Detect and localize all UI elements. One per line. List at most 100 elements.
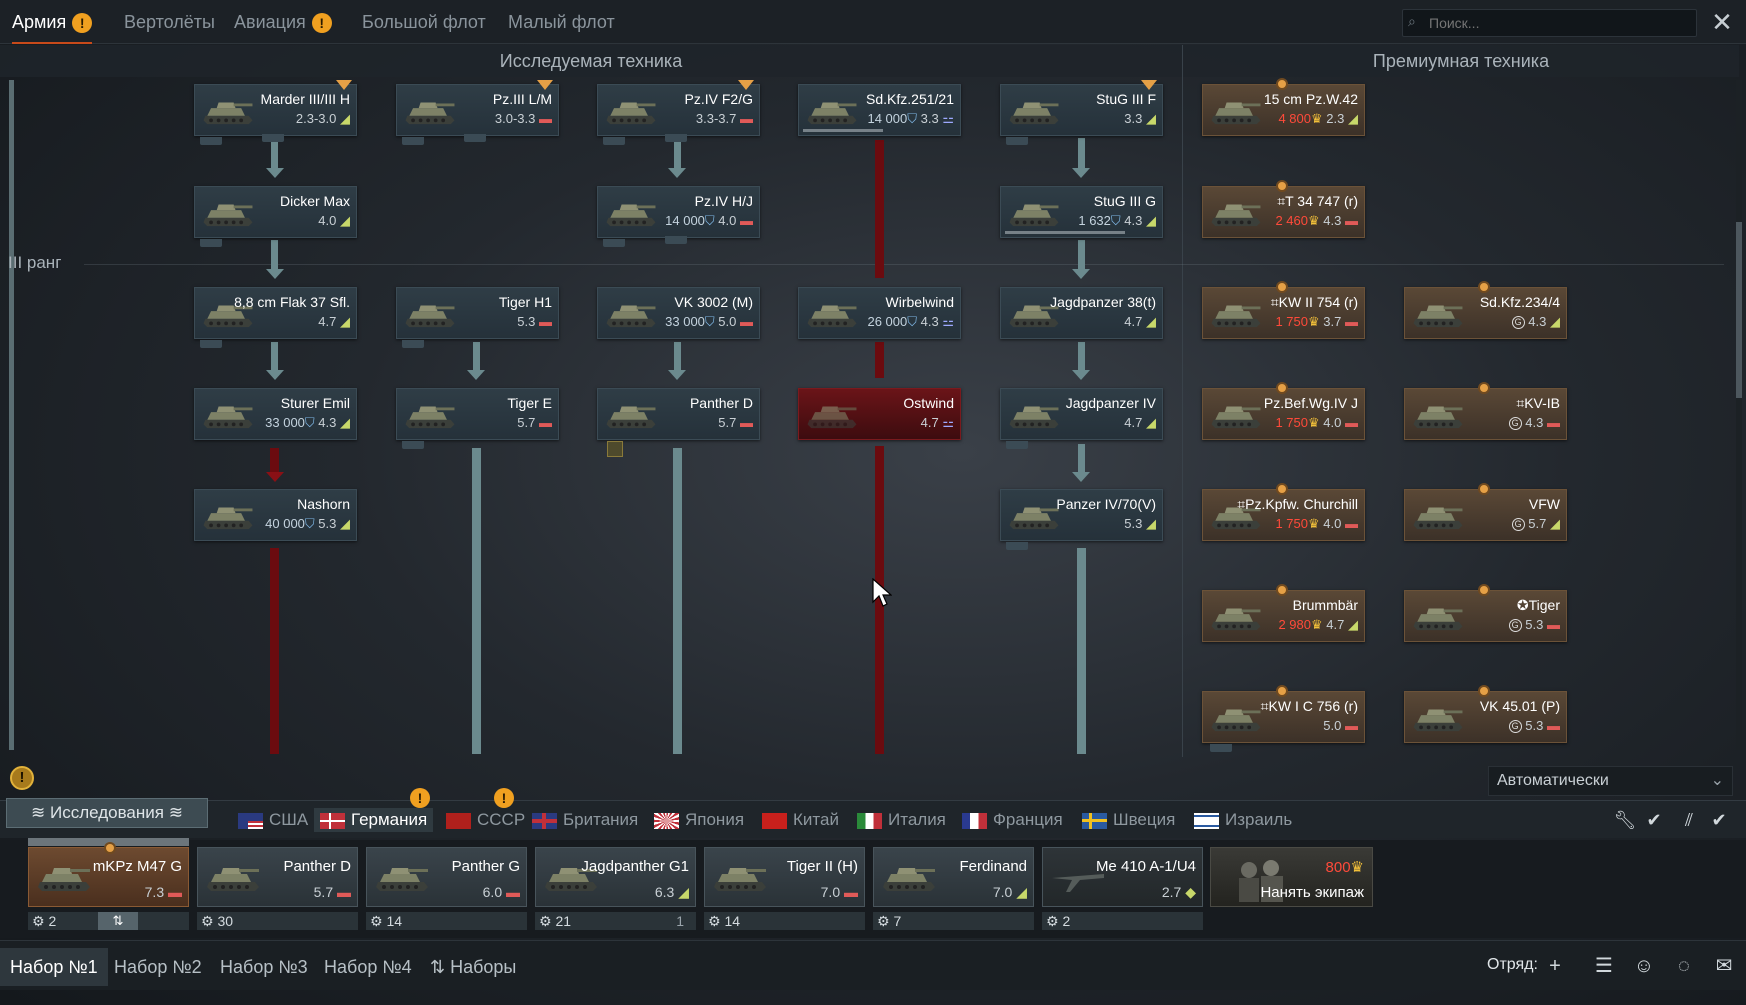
group-expand-tab[interactable]	[1006, 441, 1028, 449]
heavy-tank-icon: ▬	[844, 884, 858, 900]
vehicle-card-pzw42[interactable]: 15 cm Pz.W.42 4 800♛ 2.3 ◢	[1202, 84, 1365, 136]
vehicle-card-t34[interactable]: ⌗T 34 747 (r) 2 460♛ 4.3 ▬	[1202, 186, 1365, 238]
group-expand-tab[interactable]	[402, 137, 424, 145]
vehicle-stats: G 5.3 ▬	[1508, 718, 1560, 734]
nation-italy[interactable]: Италия	[857, 808, 946, 832]
preset-tab-4[interactable]: Набор №4	[314, 948, 422, 986]
tab-army[interactable]: Армия!	[12, 0, 93, 44]
vehicle-card-nashorn[interactable]: Nashorn 40 000⛉ 5.3 ◢	[194, 489, 357, 541]
group-expand-tab[interactable]	[402, 340, 424, 348]
vehicle-card-pzbef[interactable]: Pz.Bef.Wg.IV J 1 750♛ 4.0 ▬	[1202, 388, 1365, 440]
vehicle-card-pz4fg[interactable]: Pz.IV F2/G 3.3-3.7 ▬	[597, 84, 760, 136]
research-button[interactable]: ≋ Исследования ≋	[6, 798, 208, 828]
repair-all-icon[interactable]: ⫽	[1676, 808, 1702, 832]
vehicle-card-stug3f[interactable]: StuG III F 3.3 ◢	[1000, 84, 1163, 136]
vehicle-card-kv1b[interactable]: ⌗KV-IB G 4.3 ▬	[1404, 388, 1567, 440]
group-expand-tab[interactable]	[402, 441, 424, 449]
crew-slot[interactable]: Panther G 6.0 ▬	[366, 847, 527, 907]
group-expand-tab[interactable]	[665, 236, 687, 244]
vehicle-card-vk4501[interactable]: VK 45.01 (P) G 5.3 ▬	[1404, 691, 1567, 743]
crew-slot[interactable]: Panther D 5.7 ▬	[197, 847, 358, 907]
preset-tab-2[interactable]: Набор №2	[104, 948, 212, 986]
group-expand-tab[interactable]	[1210, 744, 1232, 752]
chat-icon[interactable]: ◌	[1670, 952, 1698, 980]
nation-britain[interactable]: Британия	[532, 808, 638, 832]
nation-israel[interactable]: Израиль	[1194, 808, 1292, 832]
vehicle-stats: G 5.7 ◢	[1511, 516, 1560, 532]
warning-icon[interactable]: !	[10, 766, 34, 790]
group-expand-tab[interactable]	[262, 134, 284, 142]
vehicle-card-tiger[interactable]: ✪Tiger G 5.3 ▬	[1404, 590, 1567, 642]
check-icon[interactable]: ✔	[1641, 808, 1667, 832]
vehicle-card-pz4-70[interactable]: Panzer IV/70(V) 5.3 ◢	[1000, 489, 1163, 541]
crew-slot[interactable]: Tiger II (H) 7.0 ▬	[704, 847, 865, 907]
mail-icon[interactable]: ✉	[1710, 952, 1738, 980]
sort-mode-select[interactable]: Автоматически ⌄	[1488, 766, 1733, 796]
vehicle-card-flak37[interactable]: 8,8 cm Flak 37 Sfl. 4.7 ◢	[194, 287, 357, 339]
vehicle-card-pz4hj[interactable]: Pz.IV H/J 14 000⛉ 4.0 ▬	[597, 186, 760, 238]
tab-aviation[interactable]: Авиация!	[234, 0, 332, 44]
group-expand-tab[interactable]	[1006, 542, 1028, 550]
close-icon[interactable]: ✕	[1706, 6, 1738, 38]
tab-helicopters[interactable]: Вертолёты	[124, 0, 215, 44]
group-expand-tab[interactable]	[200, 239, 222, 247]
tab-coastal-fleet[interactable]: Малый флот	[508, 0, 615, 44]
wrench-icon[interactable]: 🔧︎	[1612, 808, 1638, 832]
list-icon[interactable]: ☰	[1590, 952, 1618, 980]
vehicle-card-sdkfz251[interactable]: Sd.Kfz.251/21 14 000⛉ 3.3 ⚍	[798, 84, 961, 136]
vehicle-card-churchill[interactable]: ⌗Pz.Kpfw. Churchill 1 750♛ 4.0 ▬	[1202, 489, 1365, 541]
scrollbar-track[interactable]	[1736, 80, 1742, 750]
nation-ussr[interactable]: СССР	[446, 808, 525, 832]
vehicle-card-sdkfz234[interactable]: Sd.Kfz.234/4 G 4.3 ◢	[1404, 287, 1567, 339]
tank-destroyer-icon: ◢	[1348, 617, 1358, 632]
scrollbar-thumb[interactable]	[1736, 222, 1742, 398]
tank-icon	[1413, 305, 1463, 328]
group-expand-tab[interactable]	[603, 239, 625, 247]
add-squad-icon[interactable]: +	[1541, 952, 1569, 980]
vehicle-card-pz3lm[interactable]: Pz.III L/M 3.0-3.3 ▬	[396, 84, 559, 136]
vehicle-card-ostwind[interactable]: Ostwind 4.7 ⚍	[798, 388, 961, 440]
vehicle-card-vfw[interactable]: VFW G 5.7 ◢	[1404, 489, 1567, 541]
crew-slot[interactable]: mKPz M47 G 7.3 ▬	[28, 847, 189, 907]
vehicle-card-kw2[interactable]: ⌗KW II 754 (r) 1 750♛ 3.7 ▬	[1202, 287, 1365, 339]
vehicle-card-vk3002[interactable]: VK 3002 (M) 33 000⛉ 5.0 ▬	[597, 287, 760, 339]
group-expand-tab[interactable]	[603, 137, 625, 145]
presets-menu[interactable]: ⇅ Наборы	[420, 948, 526, 986]
medium-tank-icon: ▬	[740, 415, 753, 430]
contacts-icon[interactable]: ☺	[1630, 952, 1658, 980]
vehicle-card-kw1c[interactable]: ⌗KW I C 756 (r) 5.0 ▬	[1202, 691, 1365, 743]
group-expand-tab[interactable]	[464, 134, 486, 142]
preset-tab-1[interactable]: Набор №1	[0, 948, 108, 986]
vehicle-card-dicker[interactable]: Dicker Max 4.0 ◢	[194, 186, 357, 238]
vehicle-card-marder[interactable]: Marder III/III H 2.3-3.0 ◢	[194, 84, 357, 136]
nation-sweden[interactable]: Швеция	[1082, 808, 1175, 832]
group-expand-tab[interactable]	[665, 134, 687, 142]
group-expand-tab[interactable]	[200, 137, 222, 145]
vehicle-card-jp38t[interactable]: Jagdpanzer 38(t) 4.7 ◢	[1000, 287, 1163, 339]
vehicle-card-jp4[interactable]: Jagdpanzer IV 4.7 ◢	[1000, 388, 1163, 440]
nation-china[interactable]: Китай	[762, 808, 839, 832]
vehicle-card-brummbar[interactable]: Brummbär 2 980♛ 4.7 ◢	[1202, 590, 1365, 642]
crew-slot[interactable]: Me 410 A-1/U4 2.7 ◆	[1042, 847, 1203, 907]
nation-japan[interactable]: Япония	[654, 808, 744, 832]
search-input[interactable]	[1402, 9, 1697, 37]
group-expand-tab[interactable]	[1006, 137, 1028, 145]
swap-icon[interactable]: ⇅	[98, 912, 138, 930]
vehicle-card-pantherd[interactable]: Panther D 5.7 ▬	[597, 388, 760, 440]
vehicle-card-stug3g[interactable]: StuG III G 1 632⛉ 4.3 ◢	[1000, 186, 1163, 238]
vehicle-card-tigerh1[interactable]: Tiger H1 5.3 ▬	[396, 287, 559, 339]
check-icon[interactable]: ✔	[1706, 808, 1732, 832]
crew-slot[interactable]: Jagdpanther G1 6.3 ◢	[535, 847, 696, 907]
nation-germany[interactable]: Германия	[314, 808, 434, 832]
preset-tab-3[interactable]: Набор №3	[210, 948, 318, 986]
vehicle-card-tigere[interactable]: Tiger E 5.7 ▬	[396, 388, 559, 440]
nation-usa[interactable]: США	[238, 808, 308, 832]
vehicle-card-sturer[interactable]: Sturer Emil 33 000⛉ 4.3 ◢	[194, 388, 357, 440]
vehicle-stats: 4.7 ⚍	[920, 415, 954, 430]
nation-france[interactable]: Франция	[962, 808, 1063, 832]
group-expand-tab[interactable]	[200, 340, 222, 348]
crew-slot[interactable]: Ferdinand 7.0 ◢	[873, 847, 1034, 907]
hire-crew-button[interactable]: 800♛ Нанять экипаж	[1210, 847, 1373, 907]
vehicle-card-wirbelwind[interactable]: Wirbelwind 26 000⛉ 4.3 ⚍	[798, 287, 961, 339]
tab-bluewater-fleet[interactable]: Большой флот	[362, 0, 486, 44]
